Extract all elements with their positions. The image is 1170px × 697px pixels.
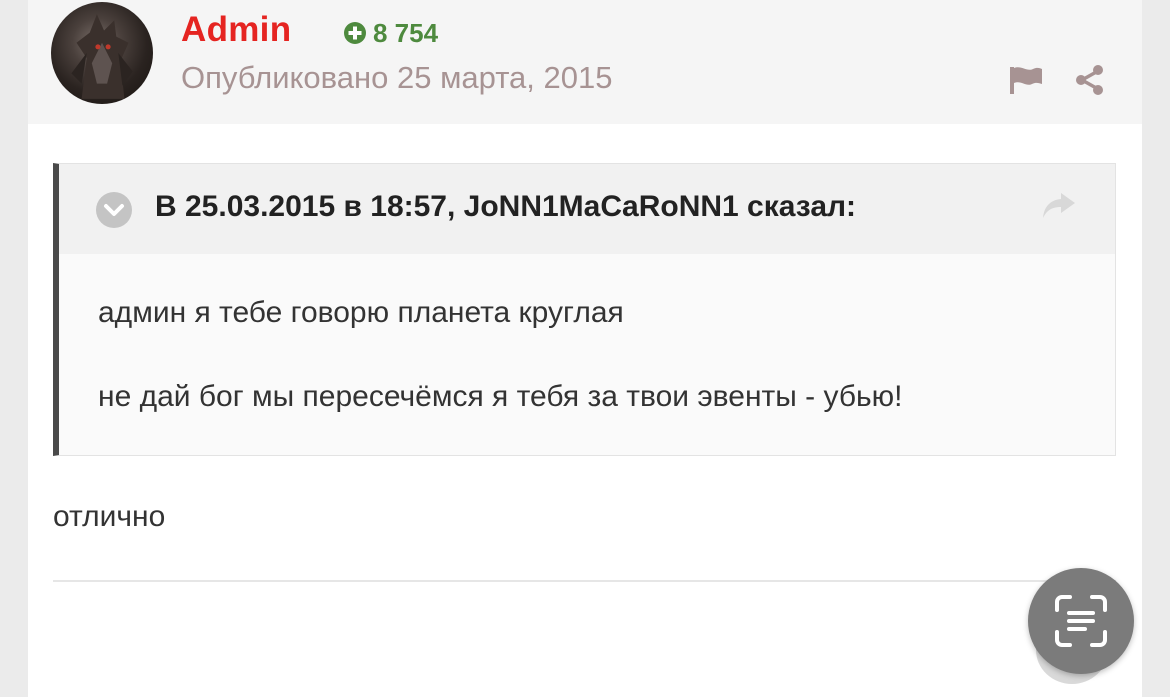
reply-arrow-icon[interactable]: [1041, 190, 1077, 220]
avatar-image: [71, 14, 133, 99]
quote-header: В 25.03.2015 в 18:57, JoNN1MaCaRoNN1 ска…: [59, 164, 1115, 254]
quote-block: В 25.03.2015 в 18:57, JoNN1MaCaRoNN1 ска…: [53, 163, 1116, 456]
plus-circle-icon: [344, 22, 366, 44]
share-icon[interactable]: [1074, 64, 1106, 96]
screen-lens-button[interactable]: [1028, 568, 1134, 674]
author-avatar[interactable]: [51, 2, 153, 104]
post-divider: [53, 580, 1116, 582]
quote-citation: В 25.03.2015 в 18:57, JoNN1MaCaRoNN1 ска…: [155, 190, 857, 223]
chevron-down-circle-icon[interactable]: [96, 192, 132, 228]
flag-icon[interactable]: [1009, 66, 1043, 94]
reputation-count: 8 754: [373, 17, 439, 48]
post-date[interactable]: Опубликовано 25 марта, 2015: [181, 60, 613, 96]
text-scan-icon: [1055, 595, 1107, 647]
author-name[interactable]: Admin: [181, 10, 291, 50]
quote-line: не дай бог мы пересечёмся я тебя за твои…: [98, 380, 903, 413]
post-body-text: отлично: [53, 500, 166, 533]
reputation-badge[interactable]: 8 754: [343, 18, 438, 48]
quote-line: админ я тебе говорю планета круглая: [98, 296, 624, 329]
